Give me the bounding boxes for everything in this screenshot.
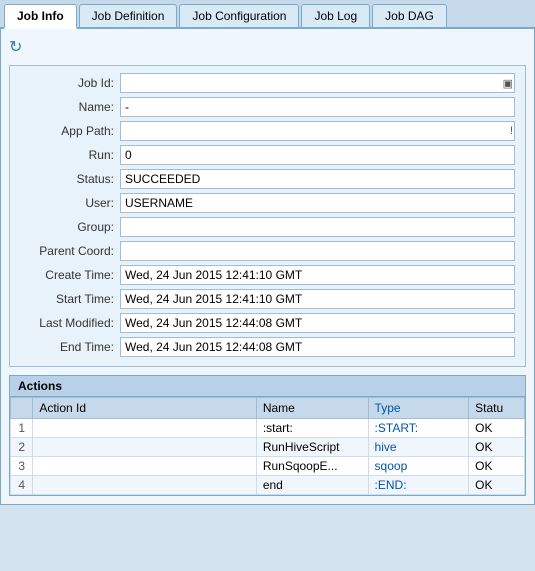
user-input[interactable] bbox=[120, 193, 515, 213]
name-label: Name: bbox=[20, 100, 120, 114]
app-path-icon: ! bbox=[510, 125, 513, 137]
col-type-header: Type bbox=[368, 398, 469, 419]
app-path-row: App Path: ! bbox=[20, 120, 515, 142]
refresh-icon[interactable]: ↻ bbox=[9, 39, 22, 56]
tab-job-configuration[interactable]: Job Configuration bbox=[179, 4, 299, 27]
user-label: User: bbox=[20, 196, 120, 210]
app-path-field-wrapper: ! bbox=[120, 121, 515, 141]
row-num: 4 bbox=[11, 476, 33, 495]
parent-coord-input[interactable] bbox=[120, 241, 515, 261]
end-time-label: End Time: bbox=[20, 340, 120, 354]
run-row: Run: bbox=[20, 144, 515, 166]
action-id-cell bbox=[33, 438, 256, 457]
start-time-label: Start Time: bbox=[20, 292, 120, 306]
name-input[interactable] bbox=[120, 97, 515, 117]
row-num: 2 bbox=[11, 438, 33, 457]
col-num-header bbox=[11, 398, 33, 419]
table-row: 1 :start: :START: OK bbox=[11, 419, 525, 438]
last-modified-input[interactable] bbox=[120, 313, 515, 333]
status-cell: OK bbox=[469, 457, 525, 476]
action-id-cell bbox=[33, 476, 256, 495]
name-cell: :start: bbox=[256, 419, 368, 438]
actions-table: Action Id Name Type Statu 1 :start: :STA… bbox=[10, 397, 525, 495]
name-row: Name: bbox=[20, 96, 515, 118]
status-label: Status: bbox=[20, 172, 120, 186]
job-id-row: Job Id: ▣ bbox=[20, 72, 515, 94]
group-label: Group: bbox=[20, 220, 120, 234]
group-input[interactable] bbox=[120, 217, 515, 237]
actions-table-wrapper: Action Id Name Type Statu 1 :start: :STA… bbox=[9, 396, 526, 496]
last-modified-row: Last Modified: bbox=[20, 312, 515, 334]
app-path-label: App Path: bbox=[20, 124, 120, 138]
col-name-header: Name bbox=[256, 398, 368, 419]
parent-coord-label: Parent Coord: bbox=[20, 244, 120, 258]
run-label: Run: bbox=[20, 148, 120, 162]
type-cell: :START: bbox=[368, 419, 469, 438]
actions-section: Actions Action Id Name Type Statu 1 :sta… bbox=[9, 375, 526, 496]
row-num: 3 bbox=[11, 457, 33, 476]
table-row: 3 RunSqoopE... sqoop OK bbox=[11, 457, 525, 476]
col-action-id-header: Action Id bbox=[33, 398, 256, 419]
status-row: Status: bbox=[20, 168, 515, 190]
status-cell: OK bbox=[469, 476, 525, 495]
start-time-input[interactable] bbox=[120, 289, 515, 309]
start-time-row: Start Time: bbox=[20, 288, 515, 310]
row-num: 1 bbox=[11, 419, 33, 438]
table-row: 4 end :END: OK bbox=[11, 476, 525, 495]
table-header-row: Action Id Name Type Statu bbox=[11, 398, 525, 419]
main-content: ↻ Job Id: ▣ Name: App Path: ! Run: bbox=[0, 29, 535, 505]
app-path-input[interactable] bbox=[120, 121, 515, 141]
job-info-form: Job Id: ▣ Name: App Path: ! Run: Status: bbox=[9, 65, 526, 367]
end-time-row: End Time: bbox=[20, 336, 515, 358]
actions-header: Actions bbox=[9, 375, 526, 396]
col-status-header: Statu bbox=[469, 398, 525, 419]
action-id-cell bbox=[33, 419, 256, 438]
tab-job-log[interactable]: Job Log bbox=[301, 4, 370, 27]
job-id-label: Job Id: bbox=[20, 76, 120, 90]
create-time-row: Create Time: bbox=[20, 264, 515, 286]
tab-bar: Job Info Job Definition Job Configuratio… bbox=[0, 0, 535, 29]
tab-job-definition[interactable]: Job Definition bbox=[79, 4, 178, 27]
tab-job-dag[interactable]: Job DAG bbox=[372, 4, 447, 27]
create-time-label: Create Time: bbox=[20, 268, 120, 282]
job-id-icon: ▣ bbox=[503, 77, 513, 90]
action-id-cell bbox=[33, 457, 256, 476]
name-cell: RunHiveScript bbox=[256, 438, 368, 457]
type-cell: :END: bbox=[368, 476, 469, 495]
parent-coord-row: Parent Coord: bbox=[20, 240, 515, 262]
job-id-input[interactable] bbox=[120, 73, 515, 93]
group-row: Group: bbox=[20, 216, 515, 238]
status-input[interactable] bbox=[120, 169, 515, 189]
name-cell: end bbox=[256, 476, 368, 495]
type-cell: sqoop bbox=[368, 457, 469, 476]
tab-job-info[interactable]: Job Info bbox=[4, 4, 77, 29]
type-cell: hive bbox=[368, 438, 469, 457]
user-row: User: bbox=[20, 192, 515, 214]
last-modified-label: Last Modified: bbox=[20, 316, 120, 330]
run-input[interactable] bbox=[120, 145, 515, 165]
job-id-field-wrapper: ▣ bbox=[120, 73, 515, 93]
status-cell: OK bbox=[469, 419, 525, 438]
table-row: 2 RunHiveScript hive OK bbox=[11, 438, 525, 457]
refresh-row: ↻ bbox=[9, 37, 526, 57]
end-time-input[interactable] bbox=[120, 337, 515, 357]
name-cell: RunSqoopE... bbox=[256, 457, 368, 476]
create-time-input[interactable] bbox=[120, 265, 515, 285]
status-cell: OK bbox=[469, 438, 525, 457]
